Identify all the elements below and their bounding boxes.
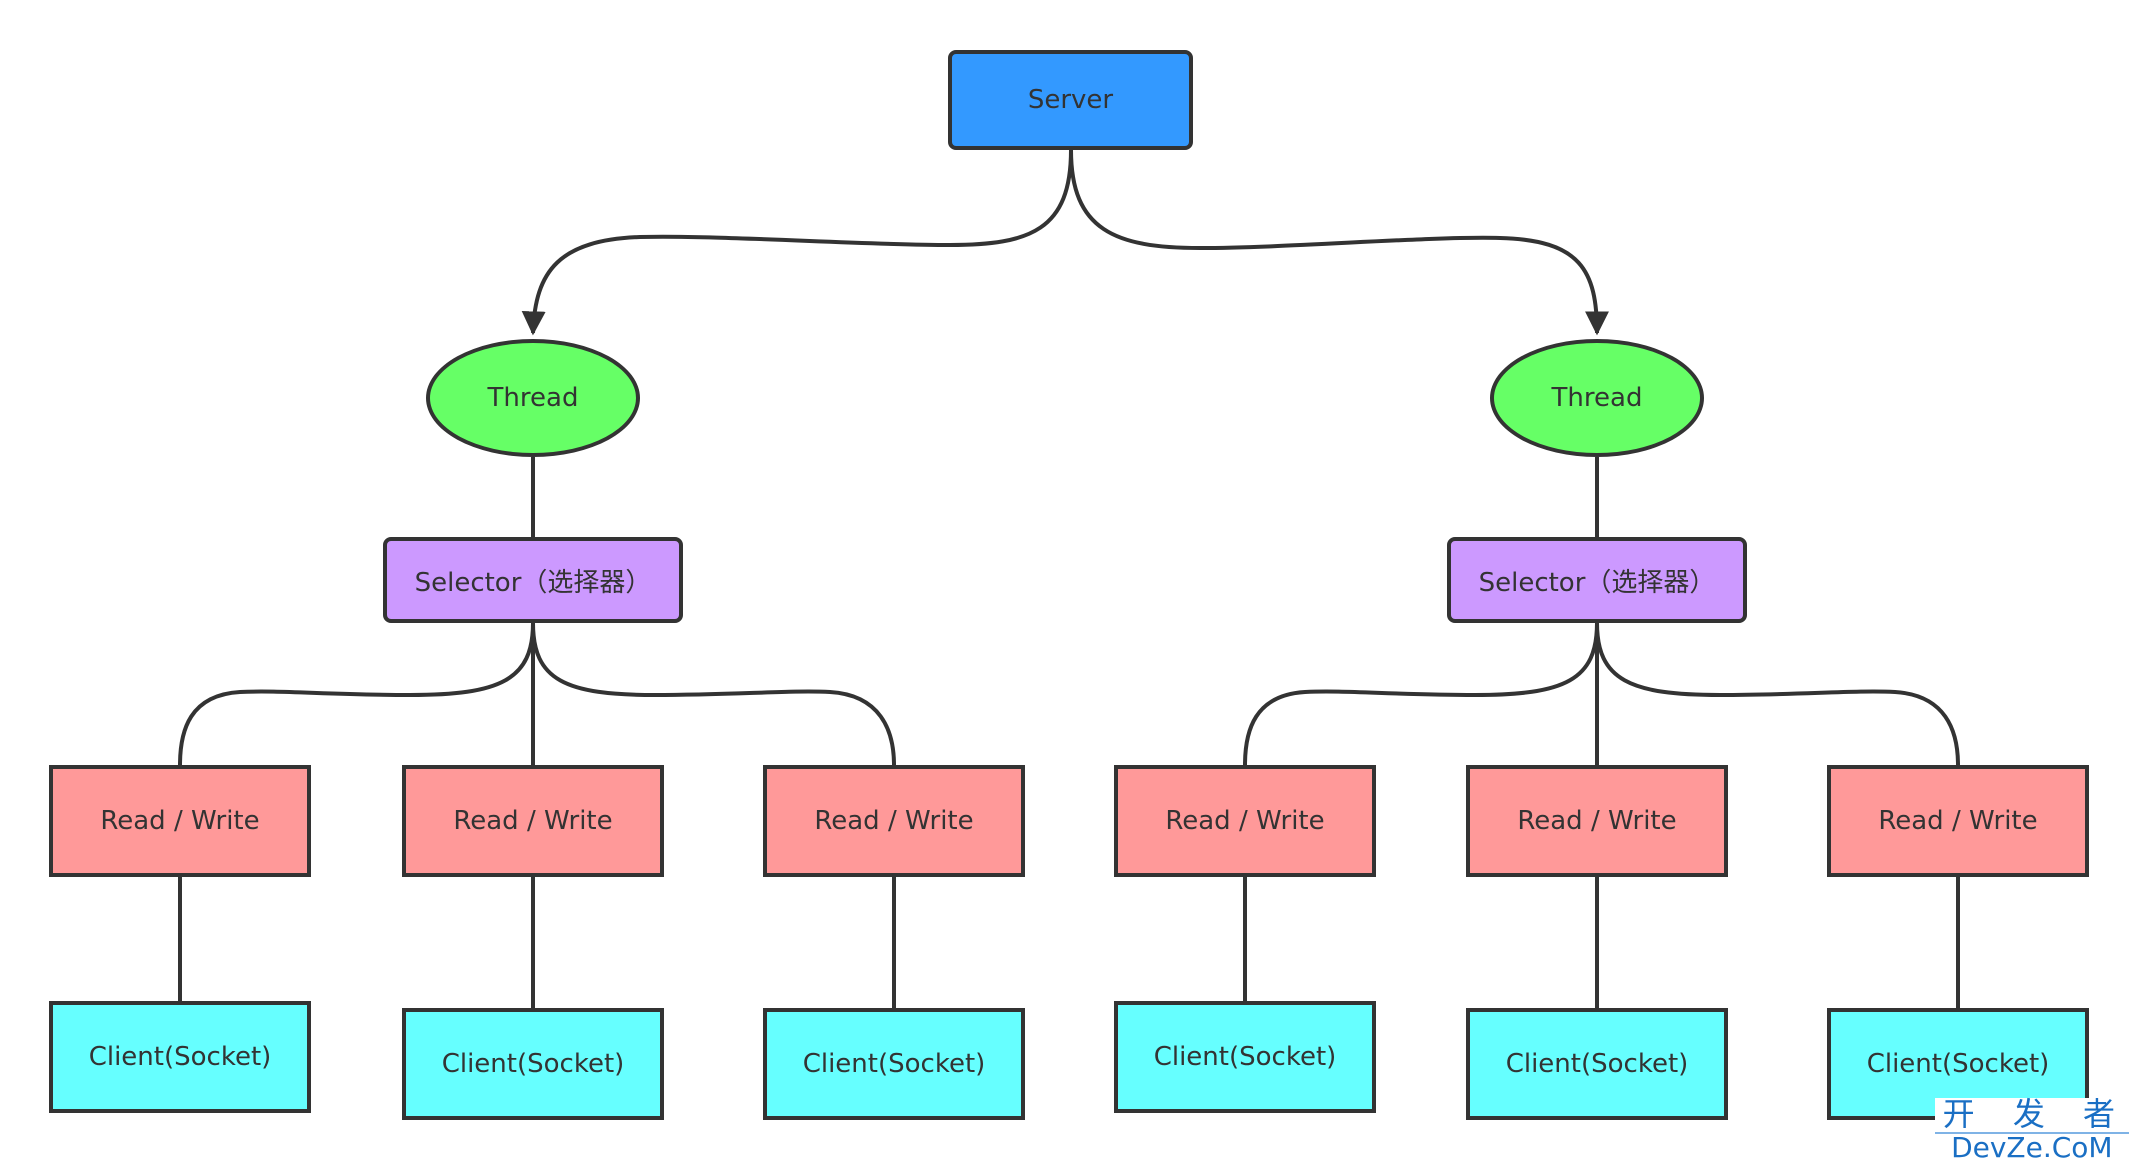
read-write-node[interactable]: Read / Write (1827, 765, 2089, 877)
client-label: Client(Socket) (88, 1042, 272, 1072)
selector-label: Selector（选择器） (1478, 567, 1716, 598)
selector-node-left[interactable]: Selector（选择器） (383, 537, 683, 623)
edge-server-thread-left (521, 149, 1073, 336)
thread-node-left[interactable]: Thread (426, 339, 640, 457)
server-label: Server (1027, 85, 1114, 115)
edge-selector-rw-4 (1243, 622, 1599, 766)
selector-label: Selector（选择器） (414, 567, 652, 598)
selector-node-right[interactable]: Selector（选择器） (1447, 537, 1747, 623)
read-write-node[interactable]: Read / Write (1466, 765, 1728, 877)
client-label: Client(Socket) (1505, 1049, 1689, 1079)
edge-server-thread-right (1069, 149, 1609, 336)
client-socket-node[interactable]: Client(Socket) (1466, 1008, 1728, 1120)
watermark: 开 发 者 DevZe.CoM (1934, 1098, 2129, 1164)
read-write-label: Read / Write (1517, 806, 1677, 836)
read-write-label: Read / Write (1165, 806, 1325, 836)
server-node[interactable]: Server (948, 50, 1193, 150)
edge-selector-rw-3 (531, 622, 896, 766)
read-write-node[interactable]: Read / Write (49, 765, 311, 877)
thread-label: Thread (487, 383, 579, 413)
client-socket-node[interactable]: Client(Socket) (763, 1008, 1025, 1120)
read-write-node[interactable]: Read / Write (763, 765, 1025, 877)
read-write-label: Read / Write (1878, 806, 2038, 836)
edge-selector-rw-1 (178, 622, 535, 766)
client-socket-node[interactable]: Client(Socket) (402, 1008, 664, 1120)
read-write-node[interactable]: Read / Write (402, 765, 664, 877)
client-label: Client(Socket) (441, 1049, 625, 1079)
connector-layer (178, 149, 1960, 1008)
client-label: Client(Socket) (1866, 1049, 2050, 1079)
client-socket-node[interactable]: Client(Socket) (1114, 1001, 1376, 1113)
watermark-line2: DevZe.CoM (1951, 1131, 2113, 1164)
read-write-label: Read / Write (814, 806, 974, 836)
read-write-label: Read / Write (453, 806, 613, 836)
client-label: Client(Socket) (1153, 1042, 1337, 1072)
edge-selector-rw-6 (1595, 622, 1960, 766)
thread-node-right[interactable]: Thread (1490, 339, 1704, 457)
thread-label: Thread (1551, 383, 1643, 413)
client-label: Client(Socket) (802, 1049, 986, 1079)
watermark-line1: 开 发 者 (1934, 1098, 2129, 1134)
read-write-node[interactable]: Read / Write (1114, 765, 1376, 877)
client-socket-node[interactable]: Client(Socket) (49, 1001, 311, 1113)
read-write-label: Read / Write (100, 806, 260, 836)
